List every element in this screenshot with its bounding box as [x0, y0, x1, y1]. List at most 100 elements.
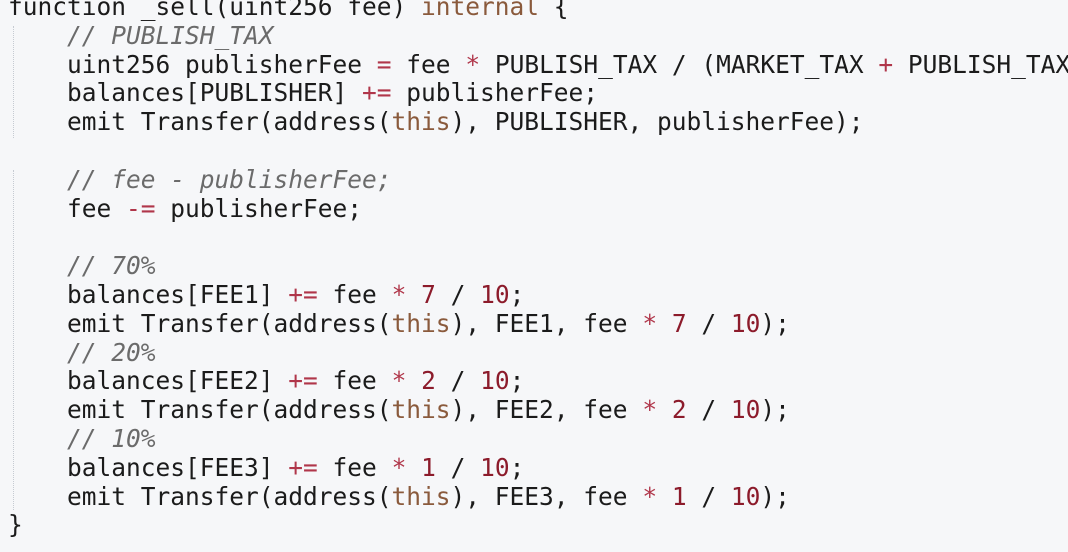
number-literal: 1 [671, 481, 687, 511]
code-comment: // PUBLISH_TAX [67, 20, 274, 50]
code-token: balances[FEE1] [67, 280, 289, 309]
code-token: ; [509, 280, 525, 309]
code-comment: // 20% [67, 337, 156, 367]
keyword-token: this [391, 308, 451, 338]
code-token: function _sell(uint256 fee) [8, 0, 422, 21]
number-literal: 10 [480, 280, 510, 309]
code-token: / [435, 366, 481, 396]
code-line[interactable]: // 20% [8, 338, 156, 367]
operator-token: * [465, 49, 481, 79]
code-line[interactable]: uint256 publisherFee = fee * PUBLISH_TAX… [8, 50, 1068, 79]
code-token: ); [760, 308, 790, 338]
code-token: fee [317, 366, 392, 396]
code-token: ; [509, 366, 525, 396]
keyword-token: this [391, 107, 451, 137]
code-token: balances[PUBLISHER] [67, 78, 363, 108]
operator-token: * [642, 308, 658, 338]
operator-token: * [391, 366, 407, 396]
code-token: balances[FEE3] [67, 452, 289, 482]
code-token: emit Transfer(address( [67, 481, 392, 511]
code-token: ), FEE3, fee [450, 481, 643, 511]
code-line[interactable]: function _sell(uint256 fee) internal { [8, 0, 569, 21]
operator-token: += [288, 452, 318, 482]
code-token: / [686, 481, 731, 511]
code-token: ); [760, 395, 790, 425]
code-line[interactable]: } [8, 510, 23, 539]
code-comment: // fee - publisherFee; [67, 164, 392, 194]
code-line[interactable]: balances[PUBLISHER] += publisherFee; [8, 78, 598, 107]
code-token: emit Transfer(address( [67, 107, 392, 137]
code-token: fee [317, 452, 392, 482]
code-token: ), FEE2, fee [450, 395, 643, 425]
code-token: fee [67, 193, 127, 223]
code-token: ), PUBLISHER, publisherFee); [450, 107, 864, 137]
code-line[interactable]: balances[FEE3] += fee * 1 / 10; [8, 453, 524, 482]
number-literal: 7 [671, 308, 687, 338]
code-line[interactable]: // 10% [8, 424, 156, 453]
number-literal: 10 [480, 452, 510, 482]
code-token: ), FEE1, fee [450, 308, 643, 338]
code-line[interactable]: balances[FEE2] += fee * 2 / 10; [8, 366, 524, 395]
code-token: ); [760, 481, 790, 511]
code-token: emit Transfer(address( [67, 308, 392, 338]
code-comment: // 70% [67, 251, 156, 281]
code-line[interactable]: // fee - publisherFee; [8, 165, 392, 194]
code-line[interactable]: emit Transfer(address(this), FEE3, fee *… [8, 482, 790, 511]
code-token: fee [317, 280, 392, 309]
code-token: PUBLISH_TAX / (MARKET_TAX [480, 49, 879, 79]
code-line[interactable]: emit Transfer(address(this), FEE1, fee *… [8, 309, 790, 338]
operator-token: += [288, 366, 318, 396]
code-line[interactable]: fee -= publisherFee; [8, 194, 362, 223]
code-token: / [686, 308, 731, 338]
code-token: uint256 publisherFee [67, 49, 377, 79]
code-token: fee [391, 49, 466, 79]
code-token: { [539, 0, 569, 21]
keyword-token: internal [421, 0, 540, 21]
code-token: PUBLISH_TAX); [907, 49, 1068, 79]
operator-token: += [288, 280, 318, 309]
code-line[interactable]: balances[FEE1] += fee * 7 / 10; [8, 280, 524, 309]
operator-token: * [391, 280, 407, 309]
code-token: / [686, 395, 731, 425]
code-line[interactable]: emit Transfer(address(this), FEE2, fee *… [8, 395, 790, 424]
code-token: publisherFee; [391, 78, 599, 108]
keyword-token: this [391, 395, 451, 425]
operator-token: += [362, 78, 392, 108]
operator-token: * [642, 481, 658, 511]
operator-token: + [878, 49, 894, 79]
code-token: publisherFee; [155, 193, 363, 223]
code-token: / [435, 452, 481, 482]
code-comment: // 10% [67, 424, 156, 453]
number-literal: 7 [421, 280, 436, 309]
code-token: emit Transfer(address( [67, 395, 392, 425]
operator-token: * [642, 395, 658, 425]
code-line[interactable]: emit Transfer(address(this), PUBLISHER, … [8, 107, 864, 136]
code-token: / [435, 280, 481, 309]
code-editor[interactable]: function _sell(uint256 fee) internal { /… [0, 0, 1068, 552]
code-line[interactable]: // PUBLISH_TAX [8, 21, 274, 50]
number-literal: 10 [730, 395, 761, 425]
number-literal: 1 [421, 452, 436, 482]
keyword-token: this [391, 481, 451, 511]
operator-token: = [376, 49, 392, 79]
number-literal: 10 [730, 481, 761, 511]
code-line[interactable]: // 70% [8, 251, 156, 280]
code-token: ; [509, 452, 525, 482]
number-literal: 2 [671, 395, 687, 425]
